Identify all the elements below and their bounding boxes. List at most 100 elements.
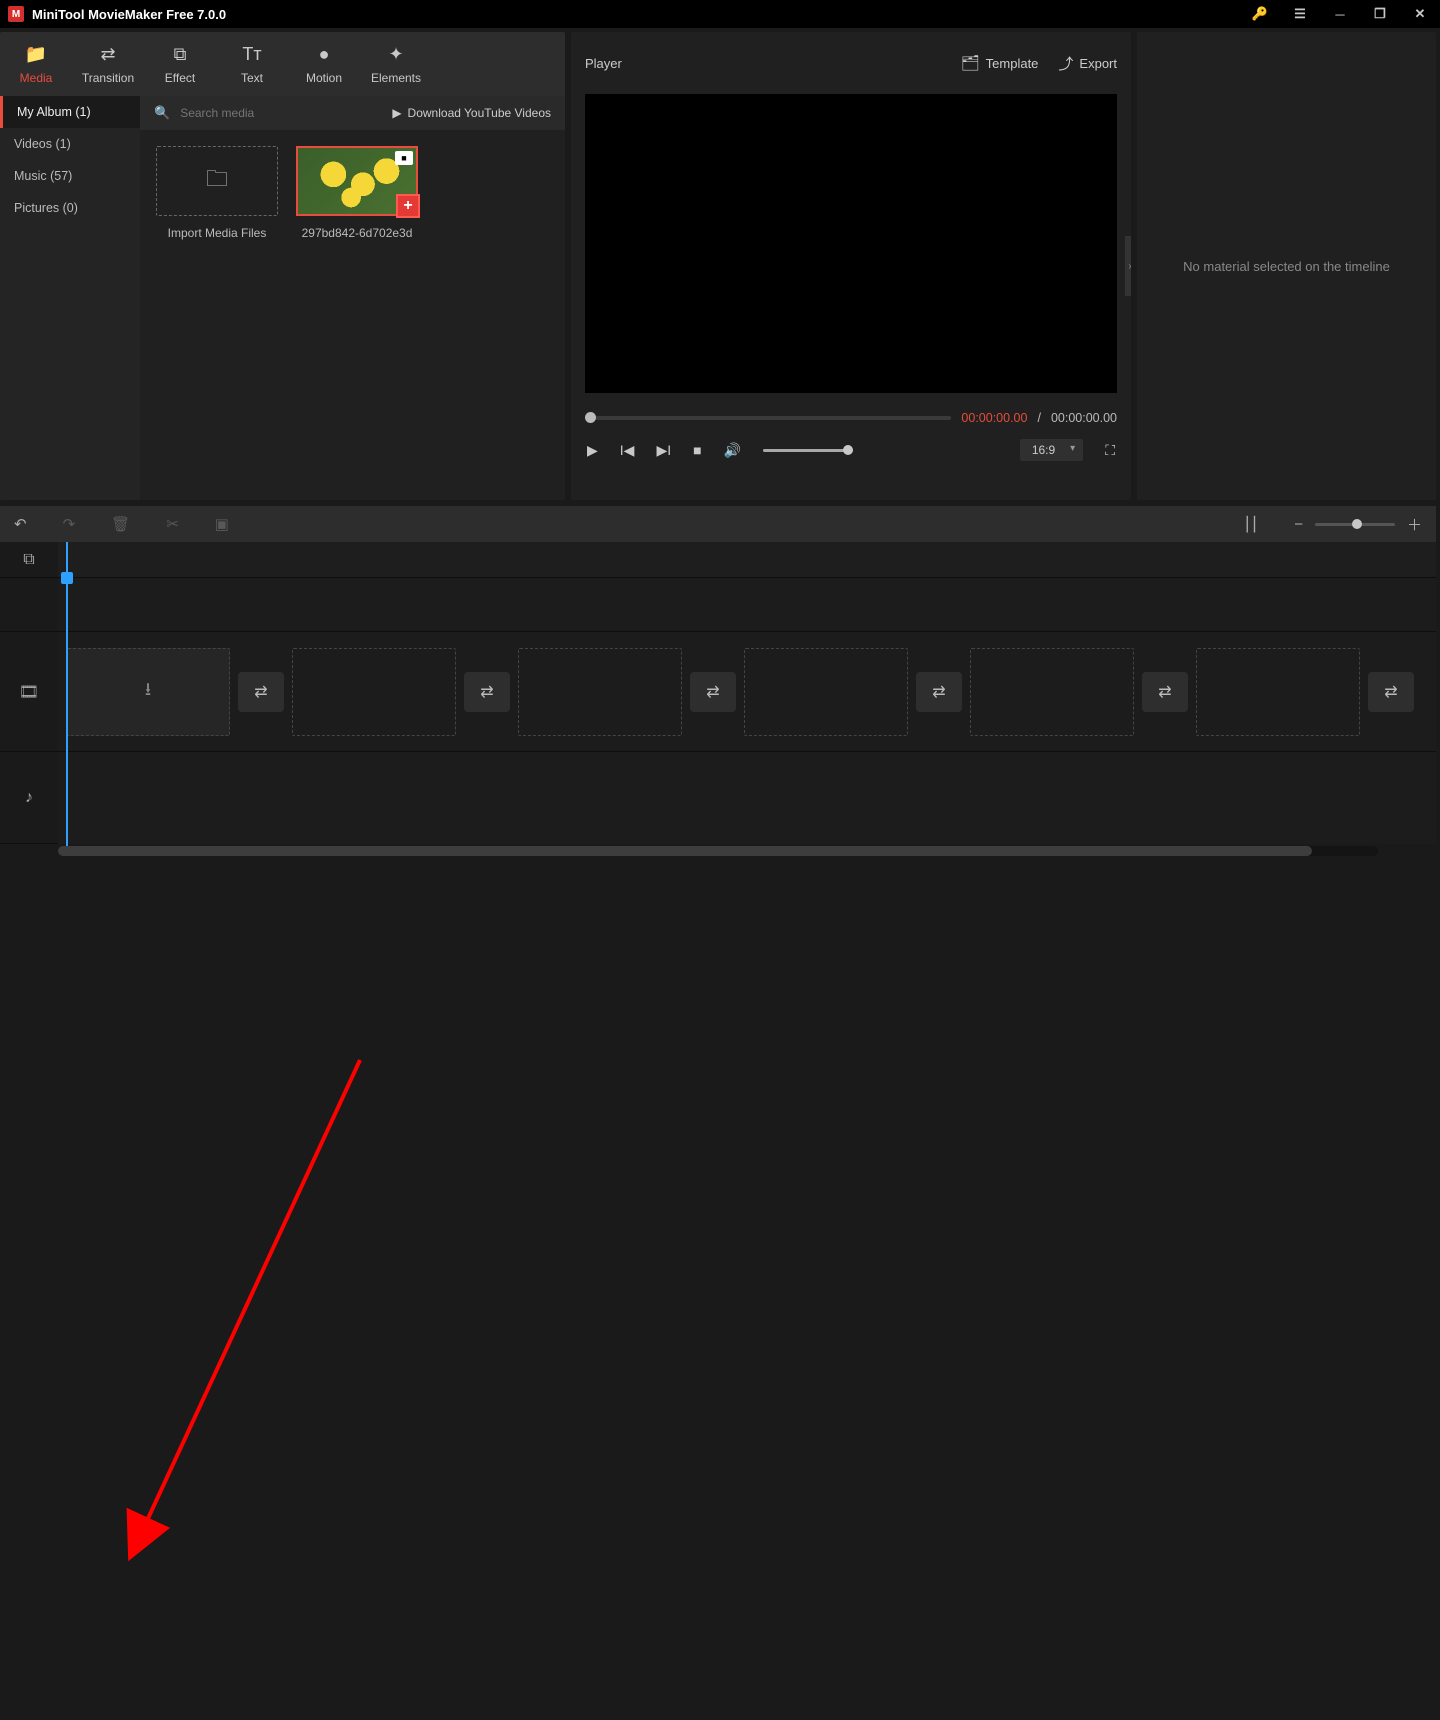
clip-slot[interactable] <box>970 648 1134 736</box>
transition-slot[interactable]: ⇄ <box>238 672 284 712</box>
track-area[interactable]: ⭳⇄⇄⇄⇄⇄⇄ <box>58 542 1436 846</box>
undo-button[interactable]: ↶ <box>14 515 27 533</box>
transition-slot[interactable]: ⇄ <box>916 672 962 712</box>
properties-panel: No material selected on the timeline <box>1137 32 1436 500</box>
redo-button[interactable]: ↷ <box>63 515 76 533</box>
download-youtube-link[interactable]: ▶ Download YouTube Videos <box>392 106 551 120</box>
titlebar: M MiniTool MovieMaker Free 7.0.0 🔑 ☰ ─ ❐… <box>0 0 1440 28</box>
time-current: 00:00:00.00 <box>961 411 1027 425</box>
maximize-icon[interactable]: ❐ <box>1360 0 1400 28</box>
clip-slot[interactable] <box>518 648 682 736</box>
tab-elements[interactable]: ✦ Elements <box>360 32 432 96</box>
media-sidebar: My Album (1) Videos (1) Music (57) Pictu… <box>0 96 140 500</box>
zoom-out-button[interactable]: − <box>1294 516 1303 533</box>
clip-slot[interactable] <box>744 648 908 736</box>
add-track-button[interactable]: ⧉ <box>0 542 58 578</box>
video-preview <box>585 94 1117 393</box>
activate-key-icon[interactable]: 🔑 <box>1240 0 1280 28</box>
window-title: MiniTool MovieMaker Free 7.0.0 <box>32 7 226 22</box>
export-label: Export <box>1079 56 1117 71</box>
tab-label: Media <box>20 71 53 85</box>
tab-label: Transition <box>82 71 134 85</box>
youtube-icon: ▶ <box>392 106 401 120</box>
player-panel: Player 🗂 Template ⤴ Export 00:00:00.00 /… <box>571 32 1131 500</box>
sidebar-item-my-album[interactable]: My Album (1) <box>0 96 140 128</box>
folder-icon: 🗀 <box>206 162 228 200</box>
tab-text[interactable]: Tᴛ Text <box>216 32 288 96</box>
search-icon: 🔍 <box>154 105 170 121</box>
delete-button[interactable]: 🗑 <box>111 515 130 533</box>
tab-media[interactable]: 📁 Media <box>0 32 72 96</box>
download-label: Download YouTube Videos <box>408 106 551 120</box>
media-grid: 🗀 Import Media Files ■ + 297bd842-6d702e… <box>140 130 565 256</box>
zoom-in-button[interactable]: ＋ <box>1407 514 1422 535</box>
media-toolbar: 🔍 ▶ Download YouTube Videos <box>140 96 565 130</box>
player-title: Player <box>585 56 622 71</box>
auto-fit-button[interactable]: ⎮⎮ <box>1244 516 1259 533</box>
sidebar-item-videos[interactable]: Videos (1) <box>0 128 140 160</box>
time-total: 00:00:00.00 <box>1051 411 1117 425</box>
ribbon-tabs: 📁 Media ⇄ Transition ⧉ Effect Tᴛ Text ● … <box>0 32 565 96</box>
annotation-arrow <box>0 860 1440 1720</box>
aspect-ratio-select[interactable]: 16:9 <box>1020 439 1083 461</box>
video-track[interactable]: ⭳⇄⇄⇄⇄⇄⇄ <box>58 632 1436 752</box>
playhead[interactable] <box>66 542 68 846</box>
close-icon[interactable]: ✕ <box>1400 0 1440 28</box>
seek-slider[interactable] <box>585 416 951 420</box>
sidebar-item-pictures[interactable]: Pictures (0) <box>0 192 140 224</box>
add-to-timeline-button[interactable]: + <box>396 194 420 218</box>
clip-slot[interactable]: ⭳ <box>66 648 230 736</box>
media-clip-tile[interactable]: ■ + 297bd842-6d702e3d <box>296 146 418 240</box>
text-icon: Tᴛ <box>242 44 261 65</box>
stop-button[interactable]: ■ <box>693 442 701 458</box>
timeline-scrollbar[interactable] <box>58 846 1378 856</box>
sidebar-item-music[interactable]: Music (57) <box>0 160 140 192</box>
layers-icon: 🗂 <box>961 54 980 72</box>
empty-properties-message: No material selected on the timeline <box>1183 259 1390 274</box>
search-input[interactable] <box>180 106 382 120</box>
hamburger-menu-icon[interactable]: ☰ <box>1280 0 1320 28</box>
clip-thumbnail[interactable]: ■ + <box>296 146 418 216</box>
template-button[interactable]: 🗂 Template <box>961 54 1039 72</box>
clip-slot[interactable] <box>1196 648 1360 736</box>
motion-icon: ● <box>319 44 330 65</box>
prev-frame-button[interactable]: I◀ <box>620 442 635 459</box>
import-media-tile[interactable]: 🗀 Import Media Files <box>156 146 278 240</box>
tab-motion[interactable]: ● Motion <box>288 32 360 96</box>
timeline-ruler[interactable] <box>58 542 1436 578</box>
clip-slot[interactable] <box>292 648 456 736</box>
next-frame-button[interactable]: ▶I <box>656 442 671 459</box>
transition-slot[interactable]: ⇄ <box>1368 672 1414 712</box>
audio-track[interactable] <box>58 752 1436 844</box>
tab-transition[interactable]: ⇄ Transition <box>72 32 144 96</box>
transition-icon: ⇄ <box>100 44 115 65</box>
transition-slot[interactable]: ⇄ <box>464 672 510 712</box>
tab-label: Text <box>241 71 263 85</box>
upload-icon: ⤴ <box>1058 53 1073 74</box>
collapse-properties-handle[interactable]: › <box>1125 236 1131 296</box>
zoom-slider[interactable] <box>1315 523 1395 526</box>
video-track-head: 🎞 <box>0 632 58 752</box>
media-panel: 📁 Media ⇄ Transition ⧉ Effect Tᴛ Text ● … <box>0 32 565 500</box>
tab-label: Elements <box>371 71 421 85</box>
tab-effect[interactable]: ⧉ Effect <box>144 32 216 96</box>
volume-slider[interactable] <box>763 449 853 452</box>
play-button[interactable]: ▶ <box>587 442 598 459</box>
audio-track-head: ♪ <box>0 752 58 844</box>
fullscreen-button[interactable]: ⛶ <box>1105 442 1115 459</box>
crop-button[interactable]: ▣ <box>215 515 229 533</box>
export-button[interactable]: ⤴ Export <box>1058 53 1117 74</box>
transition-slot[interactable]: ⇄ <box>1142 672 1188 712</box>
transition-slot[interactable]: ⇄ <box>690 672 736 712</box>
app-logo: M <box>8 6 24 22</box>
timeline-panel: ↶ ↷ 🗑 ✂ ▣ ⎮⎮ − ＋ ⧉ 🎞 ♪ ⭳⇄⇄⇄⇄⇄⇄ <box>0 506 1436 860</box>
split-button[interactable]: ✂ <box>166 515 179 533</box>
time-separator: / <box>1037 411 1040 425</box>
template-label: Template <box>986 56 1039 71</box>
import-label: Import Media Files <box>168 226 267 240</box>
minimize-icon[interactable]: ─ <box>1320 0 1360 28</box>
overlay-track-head <box>0 578 58 632</box>
timeline-toolbar: ↶ ↷ 🗑 ✂ ▣ ⎮⎮ − ＋ <box>0 506 1436 542</box>
volume-icon[interactable]: 🔊 <box>724 442 741 459</box>
tab-label: Effect <box>165 71 195 85</box>
